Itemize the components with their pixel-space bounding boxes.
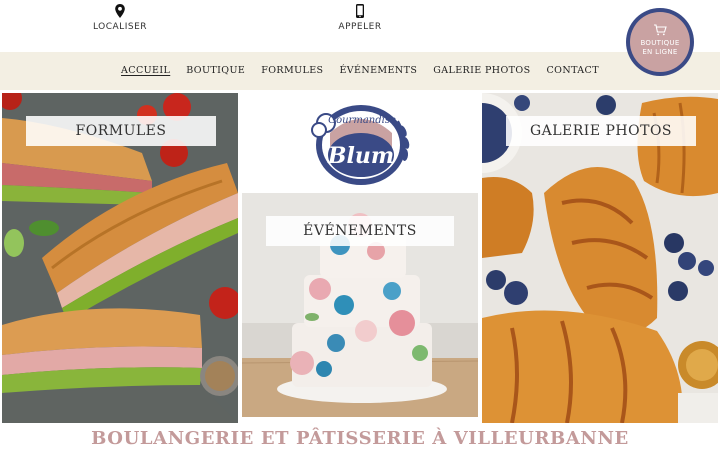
call-label: APPELER <box>338 22 382 32</box>
online-shop-label-line1: BOUTIQUE <box>640 39 680 47</box>
locate-button[interactable]: LOCALISER <box>70 3 170 32</box>
evenements-tile[interactable]: ÉVÉNEMENTS <box>242 193 478 417</box>
galerie-photos-label: GALERIE PHOTOS <box>506 116 696 146</box>
galerie-photos-tile[interactable]: GALERIE PHOTOS <box>482 93 718 423</box>
main-nav: ACCUEIL BOUTIQUE FORMULES ÉVÉNEMENTS GAL… <box>0 52 720 90</box>
map-pin-icon <box>115 4 125 18</box>
online-shop-button[interactable]: BOUTIQUE EN LIGNE <box>626 8 694 76</box>
call-button[interactable]: APPELER <box>310 3 410 32</box>
nav-item-formules[interactable]: FORMULES <box>253 65 331 76</box>
nav-item-contact[interactable]: CONTACT <box>539 65 607 76</box>
nav-item-evenements[interactable]: ÉVÉNEMENTS <box>331 65 425 76</box>
page-heading: BOULANGERIE ET PÂTISSERIE À VILLEURBANNE <box>91 428 629 449</box>
nav-item-galerie-photos[interactable]: GALERIE PHOTOS <box>425 65 538 76</box>
formules-label: FORMULES <box>26 116 216 146</box>
phone-icon <box>356 4 364 18</box>
logo-area: Gourmandise Blum <box>240 93 480 191</box>
formules-tile[interactable]: FORMULES <box>2 93 238 423</box>
logo-blum-text: Blum <box>327 143 394 169</box>
locate-label: LOCALISER <box>92 22 148 32</box>
nav-item-boutique[interactable]: BOUTIQUE <box>178 65 253 76</box>
online-shop-badge-inner: BOUTIQUE EN LIGNE <box>630 12 690 72</box>
online-shop-label-line2: EN LIGNE <box>642 48 678 56</box>
logo-gourmandise-text: Gourmandise <box>328 115 396 126</box>
evenements-label: ÉVÉNEMENTS <box>266 216 454 246</box>
top-bar: LOCALISER APPELER <box>0 0 720 52</box>
cart-icon <box>654 24 667 36</box>
gourmandise-blum-logo: Gourmandise Blum <box>311 105 410 185</box>
nav-item-accueil[interactable]: ACCUEIL <box>113 65 178 76</box>
